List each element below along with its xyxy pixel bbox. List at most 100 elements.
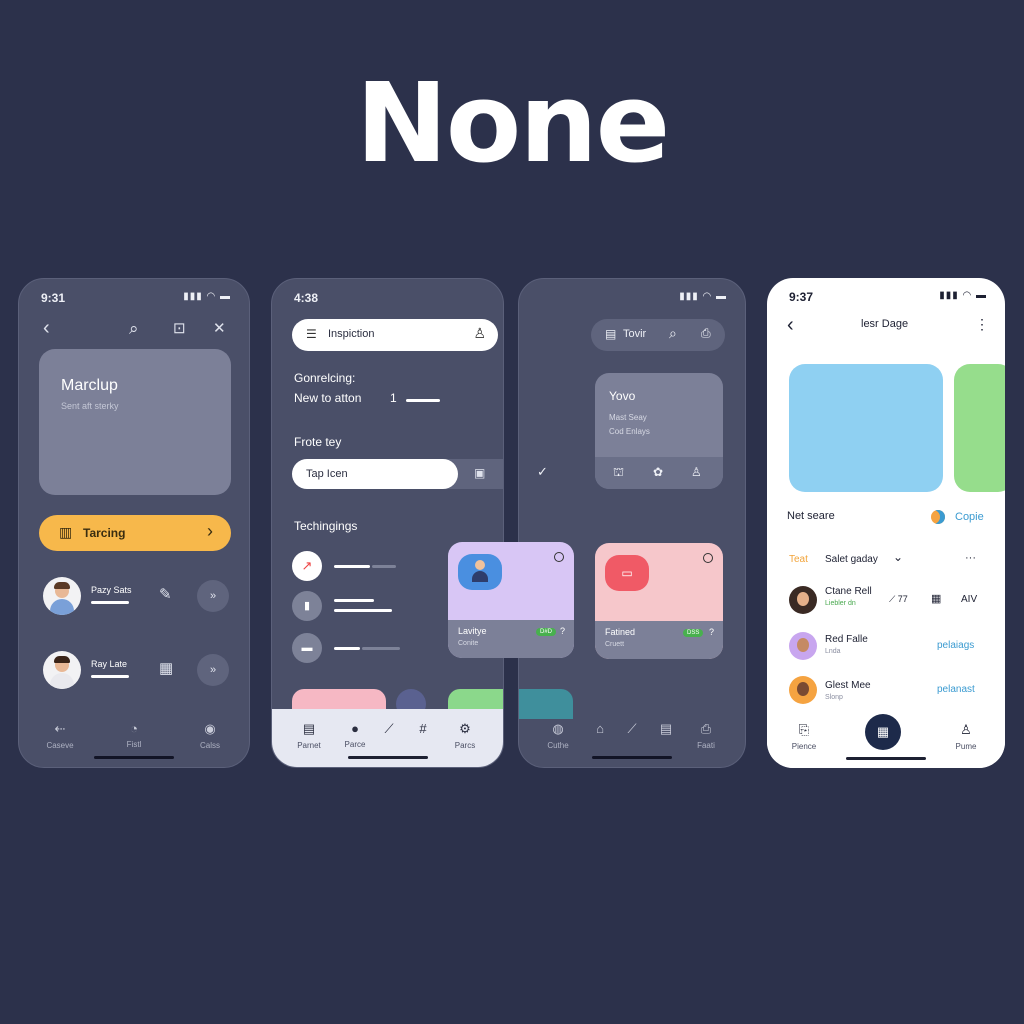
help-icon[interactable]: ? <box>560 626 565 636</box>
edit-icon[interactable]: ⟋ 77 <box>889 594 908 605</box>
tile-icon-badge: ▭ <box>605 555 649 591</box>
edit-icon[interactable]: ✎ <box>159 585 172 603</box>
chart-icon: ▮ <box>292 591 322 621</box>
filter-select[interactable]: Salet gaday <box>825 554 878 565</box>
tile-title: Lavitye <box>458 626 487 636</box>
list-bar <box>372 565 396 568</box>
search-icon[interactable]: ⌕ <box>129 319 139 339</box>
tab-calss[interactable]: ◉ Calss <box>185 721 235 750</box>
section-heading: Gonrelcing: <box>294 371 356 385</box>
check-icon[interactable]: ✓ <box>537 464 548 480</box>
avatar <box>43 651 81 689</box>
home-indicator <box>592 756 672 759</box>
folder-icon: ▬ <box>292 633 322 663</box>
toolbar-label: Tovir <box>623 328 647 340</box>
section-subheading: New to atton <box>294 391 362 405</box>
copy-link[interactable]: Copie <box>955 511 984 523</box>
toggle-label: Tap Icen <box>306 468 348 480</box>
person-name: Glest Mee <box>825 680 871 691</box>
tab-fistl[interactable]: ◔ Fistl <box>109 721 159 749</box>
phone-screen-4: 9:37 ▮▮▮ ◠ ▬ ‹ lesr Dage ⋮ Net seare Cop… <box>767 278 1005 768</box>
avatar <box>789 586 817 614</box>
progress-bar <box>406 399 440 402</box>
info-card[interactable]: Yovo Mast Seay Cod Enlays ⛫ ✿ ♙ <box>595 373 723 489</box>
hero-card[interactable]: Marclup Sent aft sterky <box>39 349 231 495</box>
status-icons: ▮▮▮ ◠ ▬ <box>183 291 231 302</box>
media-card[interactable] <box>789 364 943 492</box>
back-icon[interactable]: ‹ <box>787 314 794 337</box>
tile-footer: Fatined Cruett DSS ? <box>595 621 723 659</box>
chart-icon: ▥ <box>59 524 73 540</box>
phone-screen-2: 4:38 ☰ Inspiction ♙ Gonrelcing: New to a… <box>271 278 504 768</box>
tab-label: Caseve <box>46 741 74 750</box>
contact-row[interactable]: Ray Late ▦ » <box>19 649 249 693</box>
tab-label: Parcs <box>454 741 476 750</box>
tab-label: Calss <box>199 741 220 750</box>
tab-parnet[interactable]: ▤ Parnet <box>284 721 334 750</box>
gear-icon: ⚙ <box>459 721 471 736</box>
phone-screen-1: 9:31 ▮▮▮ ◠ ▬ ‹ ⌕ ⊡ ✕ Marclup Sent aft st… <box>18 278 250 768</box>
hero-title: None <box>355 59 671 187</box>
avatar <box>472 560 488 582</box>
filter-label: Teat <box>789 554 808 565</box>
tab-label: Cuthe <box>547 741 569 750</box>
contact-name: Ray Late <box>91 659 128 669</box>
back-icon[interactable]: ‹ <box>43 317 50 340</box>
search-icon[interactable]: ⌕ <box>669 325 677 342</box>
status-time: 9:31 <box>41 291 66 305</box>
avatar <box>789 676 817 704</box>
person-tag[interactable]: pelaiags <box>937 640 974 651</box>
search-bar[interactable]: ☰ Inspiction ♙ <box>292 319 498 351</box>
tab-pume[interactable]: ♙ Pume <box>941 722 991 751</box>
grid-icon[interactable]: ▦ <box>931 592 941 605</box>
list-item[interactable]: ↗ <box>292 551 412 581</box>
tab-caseve[interactable]: ⇠ Caseve <box>35 721 85 750</box>
person-row[interactable]: Red Falle Lnda pelaiags <box>767 630 1005 662</box>
person-tag[interactable]: AIV <box>961 594 977 605</box>
lock-icon[interactable]: ⎙ <box>701 326 711 341</box>
chevron-right-icon: › <box>207 521 213 541</box>
forward-button[interactable]: » <box>197 654 229 686</box>
more-icon[interactable]: ··· <box>965 552 976 564</box>
close-icon[interactable]: ✕ <box>213 319 226 337</box>
help-icon[interactable]: ? <box>709 627 714 637</box>
person-row[interactable]: Ctane Rell Liebler dn ⟋ 77 ▦ AIV <box>767 584 1005 616</box>
tap-icon-toggle[interactable]: Tap Icen <box>292 459 458 489</box>
list-item[interactable]: ▮ <box>292 591 412 621</box>
chevron-down-icon[interactable]: ⌄ <box>893 550 903 564</box>
forward-button[interactable]: » <box>197 580 229 612</box>
glass-tile[interactable]: Lavitye Conite D#D ? <box>448 542 574 658</box>
tile-footer: Lavitye Conite D#D ? <box>448 620 574 658</box>
toolbar-pill[interactable]: ▤ Tovir ⌕ ⎙ <box>591 319 725 351</box>
bookmark-icon[interactable]: ⊡ <box>173 319 186 337</box>
person-tag[interactable]: pelanast <box>937 684 975 695</box>
tab-label: Parce <box>344 740 366 749</box>
list-item[interactable]: ▬ <box>292 633 412 663</box>
building-icon[interactable]: ⛫ <box>613 465 624 481</box>
list-icon[interactable]: ▤ <box>605 327 616 341</box>
menu-icon[interactable]: ☰ <box>306 327 317 341</box>
profile-icon[interactable]: ♙ <box>473 325 486 342</box>
tab-parcs[interactable]: ⚙ Parcs <box>440 721 490 750</box>
glass-tile[interactable]: ▭ Fatined Cruett DSS ? <box>595 543 723 659</box>
media-card[interactable] <box>954 364 1005 492</box>
card-footer: ⛫ ✿ ♙ <box>595 457 723 489</box>
tab-pience[interactable]: ⎘ Pience <box>779 722 829 751</box>
calendar-icon[interactable]: ▣ <box>474 466 485 480</box>
card-line: Mast Seay <box>609 413 647 422</box>
profile-icon[interactable]: ♙ <box>691 465 702 479</box>
contact-row[interactable]: Pazy Sats ✎ » <box>19 575 249 619</box>
flower-icon[interactable]: ✿ <box>653 465 663 479</box>
tile-subtitle: Cruett <box>605 641 625 648</box>
tab-faati[interactable]: ⎙ Faati <box>681 721 731 750</box>
search-input[interactable]: Inspiction <box>328 328 374 340</box>
person-row[interactable]: Glest Mee Slonp pelanast <box>767 676 1005 708</box>
tab-label: Faati <box>697 741 715 750</box>
more-icon[interactable]: ⋮ <box>975 316 989 333</box>
list-bar <box>334 599 374 602</box>
radio-icon[interactable] <box>554 552 564 562</box>
primary-cta-button[interactable]: ▥ Tarcing › <box>39 515 231 551</box>
fab-button[interactable]: ▦ <box>865 714 901 750</box>
radio-icon[interactable] <box>703 553 713 563</box>
calendar-icon[interactable]: ▦ <box>159 659 173 677</box>
